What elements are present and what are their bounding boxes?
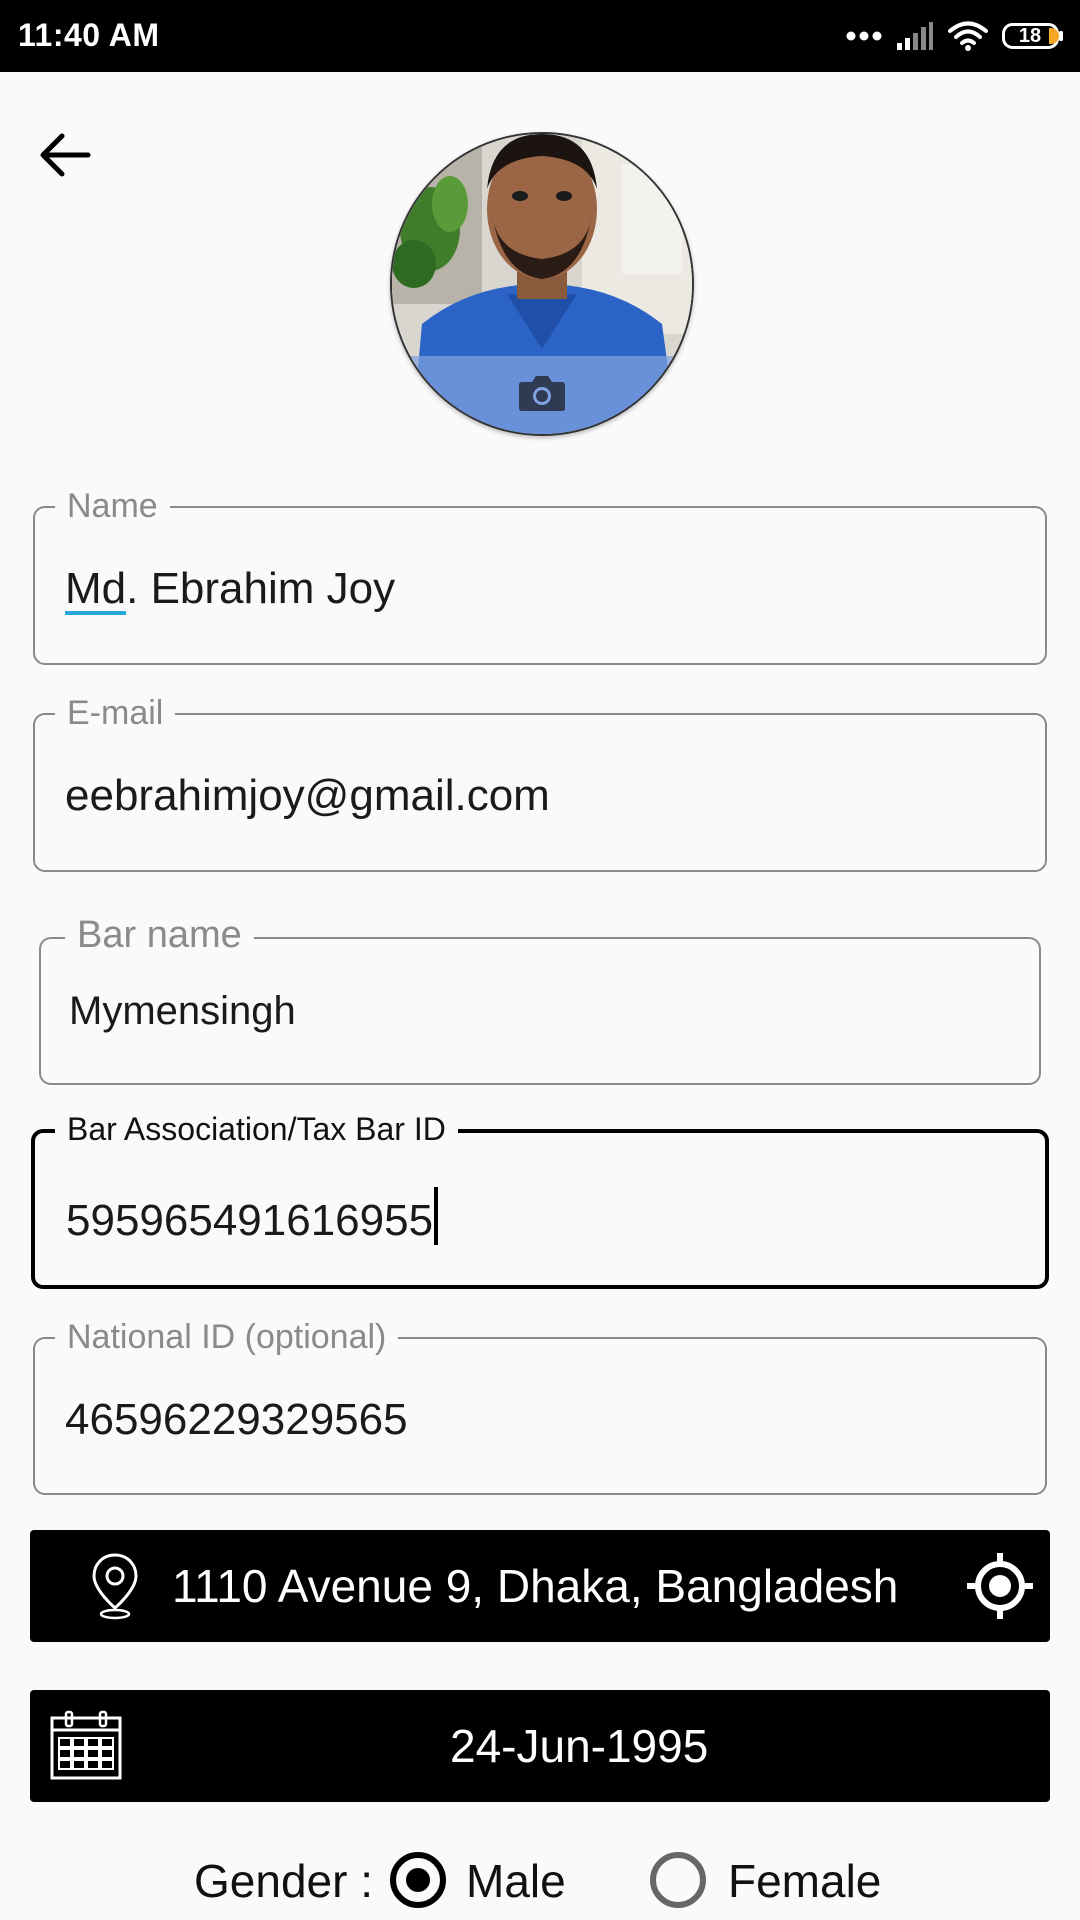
bar-name-input[interactable]: Mymensingh (69, 989, 296, 1034)
gender-female-radio[interactable] (650, 1852, 706, 1908)
arrow-left-icon (40, 133, 91, 177)
spellcheck-underlined-text: Md (65, 564, 127, 613)
status-icons: 18 (846, 16, 1064, 56)
gender-female-label[interactable]: Female (728, 1854, 881, 1908)
gender-male-radio[interactable] (390, 1852, 446, 1908)
camera-icon (519, 376, 565, 411)
bar-id-field-label: Bar Association/Tax Bar ID (55, 1109, 458, 1149)
date-of-birth-bar[interactable]: 24-Jun-1995 (30, 1690, 1050, 1802)
bar-name-field[interactable]: Bar name Mymensingh (39, 915, 1041, 1085)
battery-icon: 18 (1002, 23, 1064, 49)
national-id-input[interactable]: 46596229329565 (65, 1395, 408, 1445)
change-photo-button[interactable] (392, 356, 692, 434)
bar-id-input[interactable]: 595965491616955 (66, 1187, 439, 1246)
radio-selected-dot (406, 1868, 430, 1892)
text-cursor (434, 1187, 439, 1245)
bar-id-field[interactable]: Bar Association/Tax Bar ID 5959654916169… (31, 1109, 1049, 1289)
email-field-label: E-mail (55, 693, 176, 733)
profile-avatar[interactable] (390, 132, 694, 436)
signal-icon (897, 22, 933, 50)
name-field-label: Name (55, 486, 170, 526)
map-pin-icon (92, 1553, 138, 1620)
bar-id-input-text: 595965491616955 (66, 1196, 434, 1245)
email-input[interactable]: eebrahimjoy@gmail.com (65, 771, 550, 821)
name-input[interactable]: Md. Ebrahim Joy (65, 564, 395, 614)
gender-male-label[interactable]: Male (466, 1854, 566, 1908)
email-field[interactable]: E-mail eebrahimjoy@gmail.com (33, 693, 1047, 872)
status-bar: 11:40 AM 18 (0, 0, 1080, 72)
battery-level: 18 (1018, 25, 1042, 47)
bar-name-field-label: Bar name (65, 915, 254, 955)
national-id-field[interactable]: National ID (optional) 46596229329565 (33, 1317, 1047, 1495)
calendar-icon (50, 1710, 122, 1780)
wifi-icon (948, 21, 988, 51)
gender-row: Gender : Male Female (0, 1852, 1080, 1920)
crosshair-icon (967, 1553, 1033, 1619)
location-bar[interactable]: 1110 Avenue 9, Dhaka, Bangladesh (30, 1530, 1050, 1642)
name-input-rest: . Ebrahim Joy (126, 564, 396, 613)
location-address: 1110 Avenue 9, Dhaka, Bangladesh (172, 1560, 899, 1612)
status-time: 11:40 AM (18, 17, 160, 53)
back-button[interactable] (30, 120, 100, 190)
gender-label: Gender : (194, 1855, 373, 1907)
national-id-field-label: National ID (optional) (55, 1317, 399, 1357)
current-location-button[interactable] (950, 1530, 1050, 1642)
more-dots-icon (846, 31, 882, 41)
name-field[interactable]: Name Md. Ebrahim Joy (33, 486, 1047, 665)
date-of-birth-value: 24-Jun-1995 (450, 1720, 709, 1772)
